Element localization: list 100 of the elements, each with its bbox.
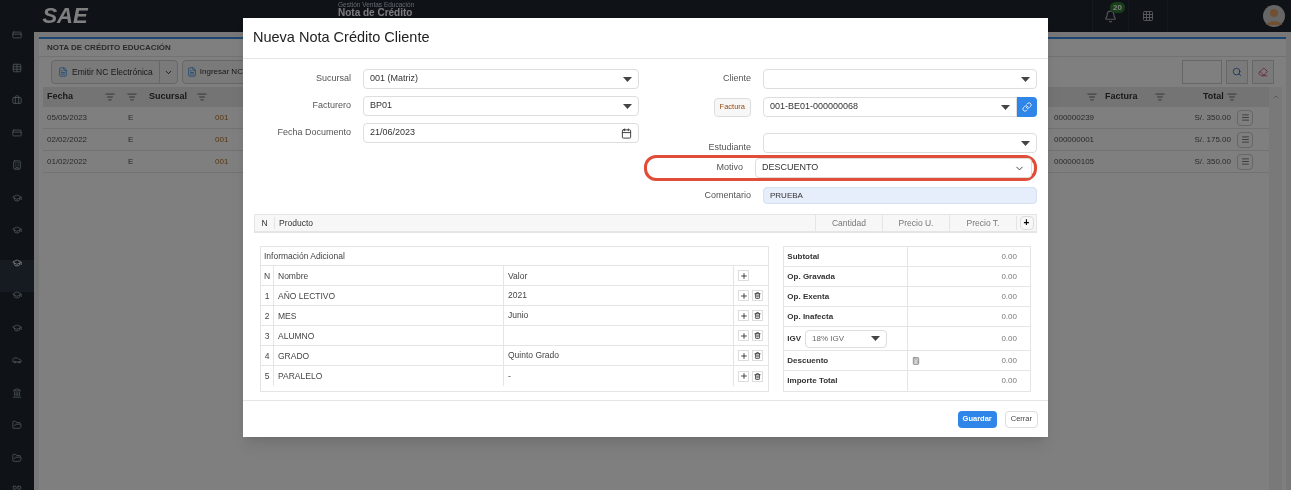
search-field[interactable] <box>1182 60 1222 84</box>
plus-icon <box>739 311 748 320</box>
link-icon <box>1022 102 1032 112</box>
notification-icon[interactable] <box>1104 9 1117 23</box>
filter-icon[interactable] <box>127 92 137 102</box>
table-cell-text: 000000001 <box>1054 133 1096 146</box>
row-menu-button[interactable] <box>1237 109 1253 126</box>
menu-icon <box>1240 135 1250 144</box>
filter-icon[interactable] <box>1227 92 1237 102</box>
panel-title: NOTA DE CRÉDITO EDUCACIÓN <box>47 41 171 54</box>
table-cell: MES <box>274 305 504 326</box>
calendar-icon <box>621 127 632 139</box>
select-field[interactable] <box>763 69 1037 89</box>
total-label: Op. Inafecta <box>787 310 834 323</box>
clear-button[interactable] <box>1252 60 1274 84</box>
trash-icon <box>754 292 761 299</box>
add-row-button[interactable] <box>738 310 749 321</box>
calculator-icon[interactable] <box>912 356 921 365</box>
plus-icon <box>739 351 748 360</box>
table-cell-text: 02/02/2022 <box>46 133 89 146</box>
caret-icon <box>871 336 881 341</box>
column-header: Cantidad <box>815 214 882 232</box>
trash-icon <box>754 372 761 380</box>
total-label: IGV <box>787 332 802 345</box>
avatar[interactable] <box>1263 5 1285 27</box>
notification-badge: 20 <box>1110 2 1125 13</box>
column-header[interactable]: Total <box>1165 90 1227 104</box>
add-row-button[interactable] <box>738 350 749 361</box>
table-cell: PARALELO <box>274 366 504 386</box>
column-header[interactable]: Fecha <box>43 90 105 104</box>
table-cell-text: S/. 350.00 <box>1193 111 1231 124</box>
row-menu-button[interactable] <box>1237 131 1253 148</box>
delete-button[interactable] <box>752 370 763 382</box>
scrollbar[interactable] <box>1269 87 1282 490</box>
plus-icon <box>739 331 748 340</box>
select-field[interactable]: 18% IGV <box>805 329 888 348</box>
row-menu-button[interactable] <box>1237 153 1253 170</box>
column-header: Nombre <box>274 265 504 286</box>
table-cell-text: 05/05/2023 <box>46 111 89 124</box>
add-row-button[interactable] <box>738 290 749 301</box>
logo: SAE <box>42 5 88 27</box>
field-label: Cliente <box>722 72 752 86</box>
graduation-cap-icon <box>12 322 22 333</box>
graduation-cap-icon <box>12 290 22 300</box>
total-value: 0.00 <box>1001 332 1017 345</box>
field-label: Facturero <box>311 99 352 113</box>
trash-icon <box>754 332 761 339</box>
add-row-button[interactable] <box>738 330 749 341</box>
table-cell-text: 000000105 <box>1054 155 1096 168</box>
delete-button[interactable] <box>752 330 763 341</box>
table-cell: 4 <box>261 345 274 366</box>
select-field[interactable]: 001-BE01-000000068 <box>763 97 1017 117</box>
field-label: Motivo <box>715 161 744 175</box>
delete-button[interactable] <box>752 310 763 321</box>
column-header[interactable]: Factura <box>1097 90 1155 104</box>
bank-icon <box>12 387 22 398</box>
caret-icon <box>623 76 632 82</box>
car-icon <box>12 355 22 365</box>
select-field[interactable]: BP01 <box>363 96 639 116</box>
date-field[interactable]: 21/06/2023 <box>363 123 639 143</box>
total-label: Op. Exenta <box>787 290 830 303</box>
table-cell-text: S/. 175.00 <box>1193 133 1231 146</box>
apps-icon[interactable] <box>1142 10 1154 22</box>
field-label: Fecha Documento <box>276 126 352 140</box>
graduation-cap-icon <box>12 192 22 203</box>
add-row-button[interactable] <box>738 370 749 382</box>
graduation-cap-icon <box>12 257 22 268</box>
select-field[interactable]: 001 (Matriz) <box>363 69 639 89</box>
filter-icon[interactable] <box>197 92 207 102</box>
link-button[interactable] <box>1017 97 1037 117</box>
column-header: Precio T. <box>949 214 1016 232</box>
table-cell: Junio <box>508 309 529 322</box>
filter-icon[interactable] <box>1155 92 1165 102</box>
filter-icon[interactable] <box>105 92 115 102</box>
total-value: 0.00 <box>1001 310 1017 323</box>
sidebar-item[interactable] <box>0 259 34 292</box>
briefcase-icon <box>12 95 22 105</box>
select-field[interactable] <box>763 133 1037 153</box>
comment-field[interactable]: PRUEBA <box>763 187 1037 204</box>
add-product-button[interactable]: + <box>1019 216 1034 230</box>
add-row-button[interactable] <box>738 270 749 281</box>
table-cell-text: S/. 350.00 <box>1193 155 1231 168</box>
table-cell-text: 01/02/2022 <box>46 155 89 168</box>
table-cell-text: E <box>128 111 135 124</box>
search-icon <box>1232 67 1242 77</box>
field-label: Sucursal <box>315 72 352 86</box>
folder-icon <box>12 420 22 430</box>
delete-button[interactable] <box>752 350 763 361</box>
delete-button[interactable] <box>752 290 763 301</box>
filter-icon[interactable] <box>1087 92 1097 102</box>
menu-icon <box>1240 113 1250 122</box>
column-header[interactable]: Sucursal <box>137 90 197 104</box>
total-value: 0.00 <box>1001 354 1017 367</box>
select-field[interactable]: DESCUENTO <box>755 158 1032 178</box>
search-button[interactable] <box>1226 60 1248 84</box>
table-cell: 1 <box>261 285 274 306</box>
total-label: Op. Gravada <box>787 270 835 283</box>
total-value: 0.00 <box>1001 290 1017 303</box>
eraser-icon <box>1258 67 1268 77</box>
caret-icon <box>1021 140 1030 146</box>
